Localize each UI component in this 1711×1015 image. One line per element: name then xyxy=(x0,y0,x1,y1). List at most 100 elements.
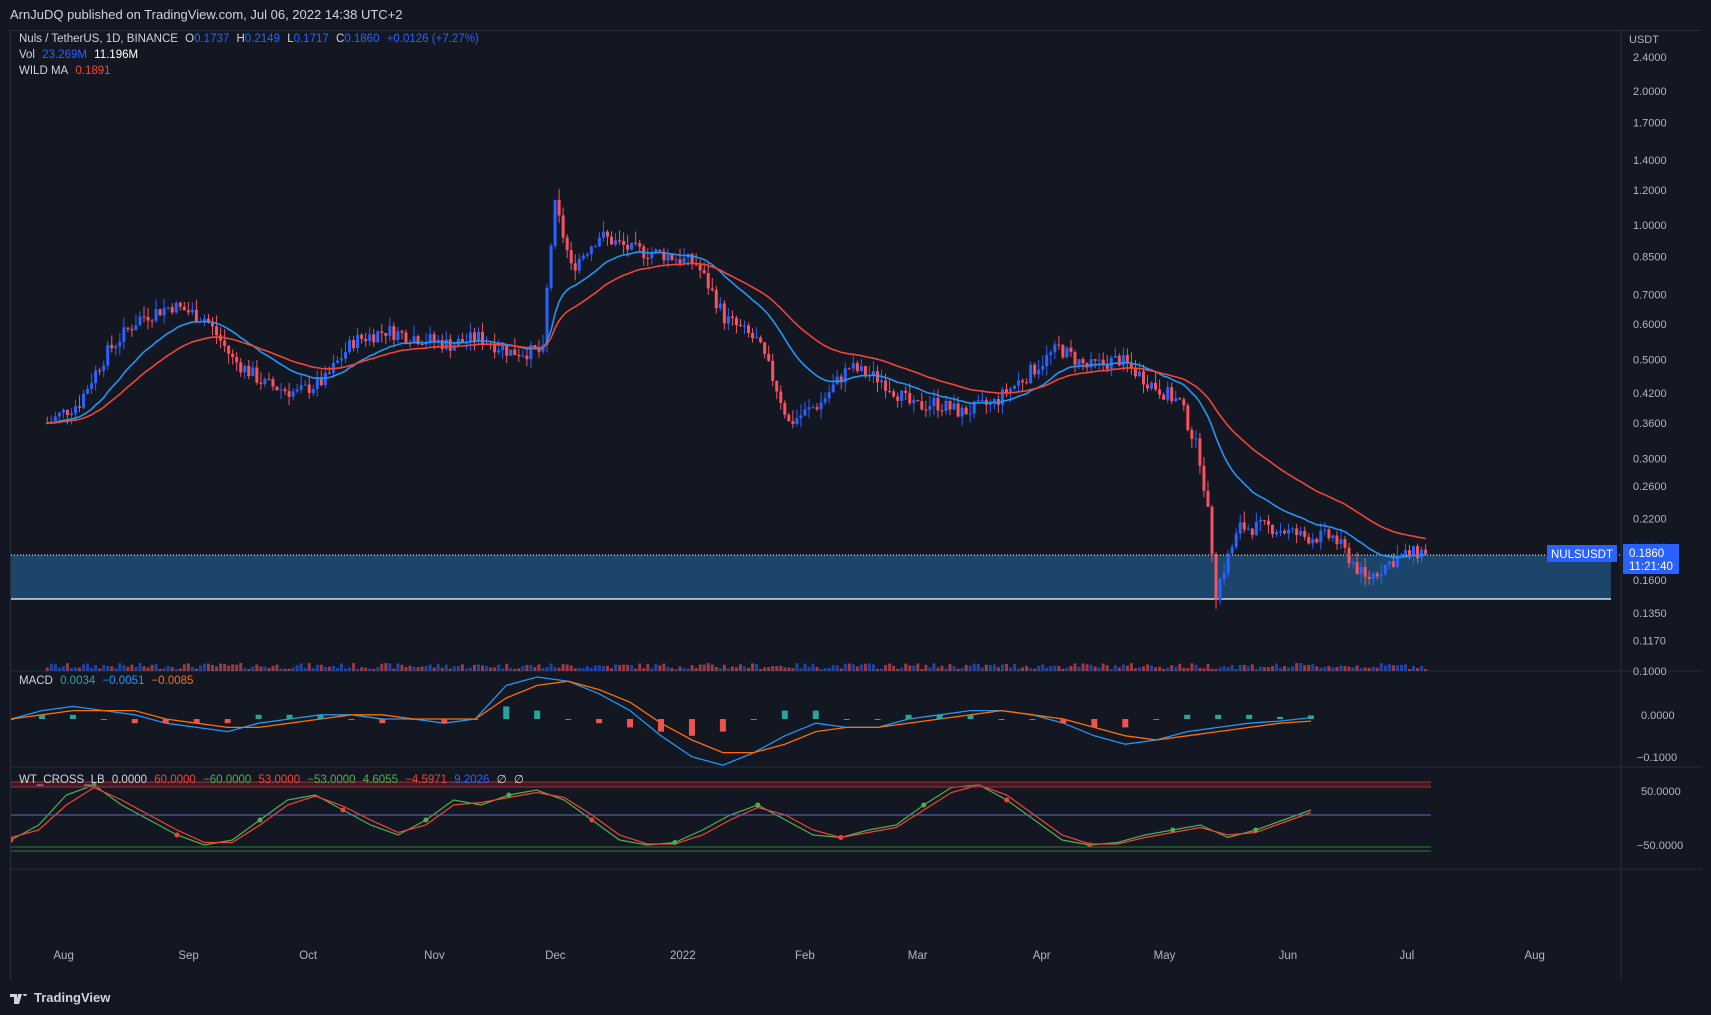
volume-bar xyxy=(1283,666,1287,671)
candle-body xyxy=(1283,530,1287,534)
candle-body xyxy=(908,392,912,404)
volume-bar xyxy=(686,668,690,671)
candle-body xyxy=(597,237,601,247)
candle-body xyxy=(791,421,795,424)
candle-body xyxy=(1033,364,1037,375)
volume-bar xyxy=(952,666,956,671)
tradingview-logo[interactable]: TradingView xyxy=(10,990,110,1005)
macd-tick-0: 0.0000 xyxy=(1641,710,1675,722)
volume-bar xyxy=(787,667,791,671)
volume-bar xyxy=(452,666,456,671)
candle-body xyxy=(138,316,142,326)
candle-body xyxy=(601,231,605,238)
volume-bar xyxy=(497,664,501,671)
candle-body xyxy=(1222,573,1226,579)
candle-body xyxy=(1234,533,1238,547)
wt-tick-1: −50.0000 xyxy=(1637,840,1683,852)
volume-bar xyxy=(1202,668,1206,671)
support-zone[interactable] xyxy=(11,555,1611,599)
candle-body xyxy=(561,215,565,238)
legend-close: 0.1860 xyxy=(344,33,380,45)
candle-body xyxy=(1399,554,1403,556)
volume-bar xyxy=(118,663,122,671)
volume-bar xyxy=(368,668,372,671)
candle-body xyxy=(940,410,944,412)
volume-bar xyxy=(235,664,239,671)
volume-bar xyxy=(396,663,400,671)
volume-bar xyxy=(158,668,162,671)
chart-svg[interactable]: USDT 2.4000 2.0000 1.7000 1.4000 1.2000 1.000… xyxy=(8,31,1702,982)
wt-cross-dot xyxy=(672,840,678,845)
candle-body xyxy=(795,418,799,424)
candle-body xyxy=(916,400,920,402)
candle-body xyxy=(521,355,525,357)
volume-bar xyxy=(376,667,380,671)
volume-bar xyxy=(614,664,618,671)
macd-histogram-bar xyxy=(658,719,664,732)
candle-body xyxy=(263,379,267,384)
macd-histogram-bar xyxy=(410,719,417,720)
wt-value-7: 9.2026 xyxy=(454,774,490,786)
volume-bar xyxy=(807,666,811,671)
volume-bar xyxy=(670,667,674,671)
volume-bar xyxy=(618,665,622,671)
chart-container[interactable]: USDT 2.4000 2.0000 1.7000 1.4000 1.2000 1.000… xyxy=(8,30,1702,982)
macd-histogram-bar xyxy=(472,719,479,720)
candle-body xyxy=(384,332,388,336)
volume-bar xyxy=(1041,664,1045,671)
macd-histogram-bar xyxy=(286,714,293,719)
candle-body xyxy=(589,246,593,255)
volume-bar xyxy=(231,664,235,671)
candle-body xyxy=(194,309,198,322)
wt-value-5: 4.6055 xyxy=(362,774,398,786)
volume-bar xyxy=(932,663,936,671)
volume-bar xyxy=(892,665,896,671)
candle-body xyxy=(956,403,960,417)
candle-body xyxy=(118,341,122,347)
macd-histogram-bar xyxy=(967,714,974,719)
candle-body xyxy=(227,345,231,354)
candle-body xyxy=(1190,429,1194,439)
volume-bar xyxy=(1222,666,1226,671)
candle-body xyxy=(356,334,360,349)
volume-bar xyxy=(198,665,202,671)
candle-body xyxy=(1311,539,1315,544)
candle-body xyxy=(1093,359,1097,361)
candle-body xyxy=(295,389,299,392)
volume-bar xyxy=(875,668,879,671)
candle-body xyxy=(1412,546,1416,556)
volume-bar xyxy=(134,666,138,671)
candle-body xyxy=(706,273,710,289)
wt-cross-dot xyxy=(1253,827,1259,833)
candle-body xyxy=(803,409,807,416)
volume-bar xyxy=(360,667,364,671)
volume-bar xyxy=(771,666,775,671)
candle-body xyxy=(726,316,730,324)
volume-bar xyxy=(1279,667,1283,671)
volume-bar xyxy=(73,667,77,671)
candle-body xyxy=(767,353,771,361)
volume-bar xyxy=(730,666,734,671)
volume-bar xyxy=(916,663,920,671)
volume-bar xyxy=(1150,665,1154,671)
wt-value-3: 53.0000 xyxy=(258,774,301,786)
volume-bar xyxy=(996,667,1000,671)
candle-body xyxy=(1061,345,1065,358)
candle-body xyxy=(823,398,827,403)
volume-bar xyxy=(291,667,295,671)
volume-bar xyxy=(976,663,980,671)
volume-bar xyxy=(1379,663,1383,671)
volume-bar xyxy=(783,667,787,671)
volume-bar xyxy=(1057,665,1061,671)
volume-bar xyxy=(178,668,182,671)
volume-bar xyxy=(146,667,150,671)
volume-bar xyxy=(263,666,267,671)
wt-value-4: −53.0000 xyxy=(307,774,356,786)
volume-bar xyxy=(1234,668,1238,671)
legend-change: +0.0126 (+7.27%) xyxy=(386,33,479,45)
volume-bar xyxy=(1295,663,1299,671)
volume-bar xyxy=(803,663,807,671)
macd-histogram-bar xyxy=(565,719,572,720)
time-tick: Aug xyxy=(1524,950,1544,962)
volume-bar xyxy=(1037,665,1041,671)
